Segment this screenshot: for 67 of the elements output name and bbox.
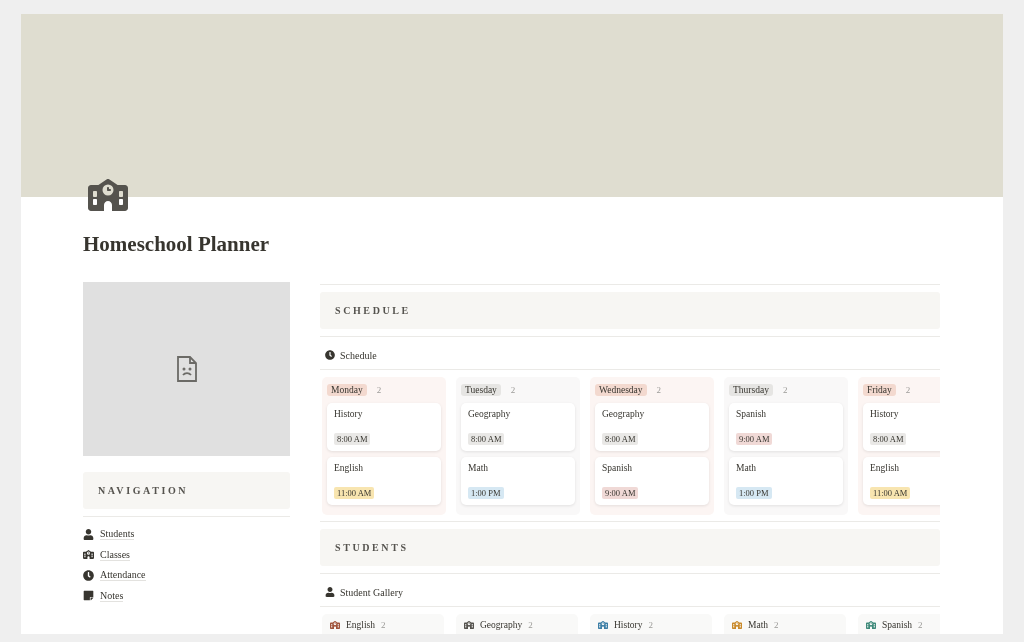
time-tag: 1:00 PM — [468, 487, 504, 499]
view-tab[interactable]: Student Gallery — [320, 581, 940, 603]
nav-link[interactable]: Classes — [83, 544, 290, 565]
person-icon — [83, 528, 94, 540]
item-count: 2 — [656, 384, 662, 395]
view-tab[interactable]: Schedule — [320, 344, 940, 366]
page-title: Homeschool Planner — [83, 231, 271, 257]
item-count: 2 — [381, 620, 386, 630]
subject-name: English — [870, 463, 900, 473]
day-tag: Thursday — [729, 383, 773, 396]
item-count: 2 — [905, 384, 911, 395]
class-card[interactable]: Math 1:00 PM — [461, 457, 575, 505]
subject-name: History — [334, 409, 363, 419]
class-card[interactable]: History 8:00 AM — [327, 403, 441, 451]
item-count: 2 — [528, 620, 533, 630]
section-heading: SCHEDULE — [320, 292, 940, 329]
subject-name: Geography — [468, 409, 511, 419]
note-icon — [83, 590, 94, 602]
subject-name: Math — [736, 463, 757, 473]
day-tag: Friday — [863, 383, 896, 396]
item-count: 2 — [918, 620, 923, 630]
person-icon — [325, 587, 335, 597]
nav-link[interactable]: Notes — [83, 585, 290, 606]
class-card[interactable]: History 8:00 AM — [863, 403, 940, 451]
school-icon — [83, 549, 94, 561]
subject-name: English — [334, 463, 364, 473]
group-label: English — [346, 620, 376, 630]
class-card[interactable]: Spanish 9:00 AM — [729, 403, 843, 451]
day-tag: Monday — [327, 383, 367, 396]
class-card[interactable]: Geography 8:00 AM — [461, 403, 575, 451]
nav-link[interactable]: Students — [83, 524, 290, 545]
time-tag: 9:00 AM — [736, 433, 773, 445]
time-tag: 8:00 AM — [468, 433, 505, 445]
section-heading: STUDENTS — [320, 529, 940, 566]
class-card[interactable]: Geography 8:00 AM — [595, 403, 709, 451]
nav-link[interactable]: Attendance — [83, 565, 290, 586]
time-tag: 8:00 AM — [602, 433, 639, 445]
time-tag: 11:00 AM — [870, 487, 911, 499]
item-count: 2 — [648, 620, 653, 630]
class-card[interactable]: Spanish 9:00 AM — [595, 457, 709, 505]
group-label: Geography — [480, 620, 523, 630]
item-count: 2 — [510, 384, 516, 395]
day-tag: Wednesday — [595, 383, 647, 396]
clock-icon — [325, 350, 335, 360]
class-card[interactable]: English 11:00 AM — [327, 457, 441, 505]
time-tag: 1:00 PM — [736, 487, 772, 499]
subject-name: Spanish — [602, 463, 633, 473]
section-heading: NAVIGATION — [83, 472, 290, 509]
subject-name: History — [870, 409, 899, 419]
group-label: Math — [748, 620, 769, 630]
item-count: 2 — [774, 620, 779, 630]
class-card[interactable]: Math 1:00 PM — [729, 457, 843, 505]
subject-name: Math — [468, 463, 489, 473]
item-count: 2 — [376, 384, 382, 395]
clock-icon — [83, 569, 94, 581]
time-tag: 8:00 AM — [334, 433, 371, 445]
subject-name: Geography — [602, 409, 645, 419]
time-tag: 11:00 AM — [334, 487, 375, 499]
group-label: History — [614, 620, 643, 630]
class-card[interactable]: English 11:00 AM — [863, 457, 940, 505]
subject-name: Spanish — [736, 409, 767, 419]
time-tag: 8:00 AM — [870, 433, 907, 445]
broken-file-icon — [175, 355, 198, 383]
item-count: 2 — [782, 384, 788, 395]
group-label: Spanish — [882, 620, 913, 630]
day-tag: Tuesday — [461, 383, 501, 396]
time-tag: 9:00 AM — [602, 487, 639, 499]
